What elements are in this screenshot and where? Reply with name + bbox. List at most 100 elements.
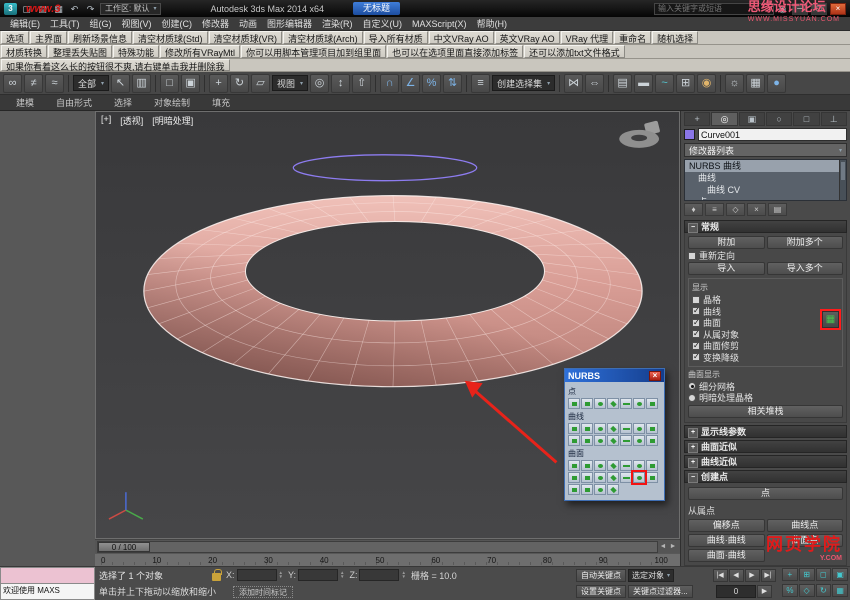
window-crossing-icon[interactable]: ▣ xyxy=(181,74,200,93)
edit-named-sets-icon[interactable]: ≡ xyxy=(471,74,490,93)
viewport-nav-icon[interactable]: % xyxy=(782,584,798,597)
stack-toolbar-icon[interactable]: ≡ xyxy=(705,203,724,216)
align-icon[interactable]: ⇔ xyxy=(585,74,604,93)
command-panel-tab-icon[interactable]: + xyxy=(684,112,710,126)
percent-snap-icon[interactable]: % xyxy=(422,74,441,93)
angle-snap-icon[interactable]: ∠ xyxy=(401,74,420,93)
script-button[interactable]: 也可以在选项里面直接添加标签 xyxy=(387,45,523,58)
nurbs-tool-icon[interactable] xyxy=(633,398,645,409)
script-button[interactable]: 你可以用脚本管理项目加到组里面 xyxy=(241,45,386,58)
keyboard-override-icon[interactable]: ⇧ xyxy=(352,74,371,93)
minimize-button[interactable]: ─ xyxy=(792,3,808,15)
set-key-button[interactable]: 设置关键点 xyxy=(576,585,626,598)
nurbs-tool-icon[interactable] xyxy=(620,460,632,471)
checkbox-icon[interactable] xyxy=(692,353,700,361)
related-stack-button[interactable]: 相关堆栈 xyxy=(688,405,843,418)
object-name-field[interactable] xyxy=(698,128,847,141)
nurbs-tool-icon[interactable] xyxy=(607,460,619,471)
perspective-viewport[interactable]: [+] [透视] [明暗处理] xyxy=(95,111,680,539)
menu-item[interactable]: 视图(V) xyxy=(117,17,157,30)
viewport-menu-plus[interactable]: [+] xyxy=(101,114,111,127)
command-panel-tab-icon[interactable]: □ xyxy=(793,112,819,126)
y-input[interactable] xyxy=(298,569,338,581)
menu-item[interactable]: 修改器 xyxy=(197,17,234,30)
ribbon-toggle-icon[interactable]: ▬ xyxy=(634,74,653,93)
select-by-name-icon[interactable]: ▥ xyxy=(132,74,151,93)
redo-icon[interactable]: ↷ xyxy=(84,3,97,15)
close-icon[interactable]: × xyxy=(649,371,661,381)
nurbs-tool-icon[interactable] xyxy=(607,484,619,495)
app-logo-icon[interactable]: 3 xyxy=(4,3,17,15)
search-input[interactable] xyxy=(654,3,774,15)
viewport-nav-icon[interactable]: ◇ xyxy=(799,584,815,597)
script-button[interactable]: 导入所有材质 xyxy=(364,31,428,44)
nurbs-palette-titlebar[interactable]: NURBS × xyxy=(565,369,664,382)
nurbs-tool-icon[interactable] xyxy=(581,423,593,434)
open-file-icon[interactable]: ▤ xyxy=(36,3,49,15)
mirror-icon[interactable]: ⋈ xyxy=(564,74,583,93)
checkbox-icon[interactable] xyxy=(692,342,700,350)
dependent-point-button[interactable]: 偏移点 xyxy=(688,519,765,532)
nurbs-tool-icon[interactable] xyxy=(607,398,619,409)
command-panel-tab-icon[interactable]: ▣ xyxy=(739,112,765,126)
snaps-toggle-icon[interactable]: ∩ xyxy=(380,74,399,93)
layer-manager-icon[interactable]: ▤ xyxy=(613,74,632,93)
nurbs-tool-icon[interactable] xyxy=(620,435,632,446)
viewport-view-menu[interactable]: [透视] xyxy=(120,114,143,127)
macro-recorder-line[interactable] xyxy=(0,567,95,584)
select-and-scale-icon[interactable]: ▱ xyxy=(251,74,270,93)
nurbs-tool-icon[interactable] xyxy=(568,398,580,409)
object-color-swatch[interactable] xyxy=(684,129,695,140)
schematic-view-icon[interactable]: ⊞ xyxy=(676,74,695,93)
menu-item[interactable]: 组(G) xyxy=(85,17,117,30)
surface-display-radio-row[interactable]: 明暗处理晶格 xyxy=(688,393,843,403)
bind-to-space-warp-icon[interactable]: ≈ xyxy=(45,74,64,93)
nurbs-tool-icon[interactable] xyxy=(594,398,606,409)
rollout-header-collapsed[interactable]: 显示线参数 xyxy=(684,425,847,438)
nurbs-creation-toolbox-button[interactable]: ▦ xyxy=(822,311,839,328)
nurbs-tool-icon[interactable] xyxy=(607,435,619,446)
ribbon-tab[interactable]: 对象绘制 xyxy=(144,95,200,110)
menu-item[interactable]: 自定义(U) xyxy=(358,17,408,30)
nurbs-tool-icon[interactable] xyxy=(568,460,580,471)
reference-coordinate-dropdown[interactable]: 视图 ▾ xyxy=(272,75,308,91)
workspace-dropdown[interactable]: 工作区: 默认 ▾ xyxy=(100,3,161,15)
named-selection-sets-dropdown[interactable]: 创建选择集 ▾ xyxy=(492,75,555,91)
render-setup-icon[interactable]: ☼ xyxy=(725,74,744,93)
select-and-rotate-icon[interactable]: ↻ xyxy=(230,74,249,93)
rollout-header-collapsed[interactable]: 曲线近似 xyxy=(684,455,847,468)
ribbon-tab[interactable]: 填充 xyxy=(202,95,240,110)
script-button[interactable]: 随机选择 xyxy=(652,31,698,44)
script-button[interactable]: 修改所有VRayMtl xyxy=(160,45,240,58)
display-checkbox-row[interactable]: 变换降级 xyxy=(692,352,839,362)
nurbs-tool-icon[interactable] xyxy=(581,398,593,409)
radio-icon[interactable] xyxy=(688,382,696,390)
menu-item[interactable]: 帮助(H) xyxy=(472,17,513,30)
current-frame-field[interactable] xyxy=(716,585,756,598)
spinner-icon[interactable]: ▲▼ xyxy=(401,571,405,580)
modifier-stack-item[interactable]: 曲线 CV xyxy=(685,184,846,196)
nurbs-tool-icon[interactable] xyxy=(607,423,619,434)
command-panel-tab-icon[interactable]: ⊥ xyxy=(821,112,847,126)
reorient-checkbox-row[interactable]: 重新定向 xyxy=(688,251,843,261)
goto-start-icon[interactable]: |◀ xyxy=(713,569,728,582)
attach-button[interactable]: 附加多个 xyxy=(767,236,844,249)
nurbs-tool-icon[interactable] xyxy=(581,435,593,446)
spinner-icon[interactable]: ▲▼ xyxy=(340,571,344,580)
display-checkbox-row[interactable]: 曲线 xyxy=(692,306,839,316)
select-and-manipulate-icon[interactable]: ↕ xyxy=(331,74,350,93)
nurbs-tool-icon[interactable] xyxy=(620,472,632,483)
modifier-stack-item[interactable]: 曲线 xyxy=(685,172,846,184)
rollout-header-collapsed[interactable]: 曲面近似 xyxy=(684,440,847,453)
nurbs-tool-icon[interactable] xyxy=(646,472,658,483)
nurbs-tool-icon[interactable] xyxy=(594,484,606,495)
nurbs-tool-icon[interactable] xyxy=(594,435,606,446)
nurbs-tool-icon[interactable] xyxy=(633,435,645,446)
viewport-nav-icon[interactable]: ◻ xyxy=(816,568,832,581)
dependent-point-button[interactable]: 曲面·曲线 xyxy=(688,549,765,562)
selection-lock-icon[interactable] xyxy=(212,573,221,581)
script-button[interactable]: 中文VRay AO xyxy=(429,31,494,44)
display-checkbox-row[interactable]: 曲面 xyxy=(692,318,839,328)
time-slider-left-icon[interactable]: ◄ xyxy=(658,543,668,550)
maximize-button[interactable]: □ xyxy=(811,3,827,15)
